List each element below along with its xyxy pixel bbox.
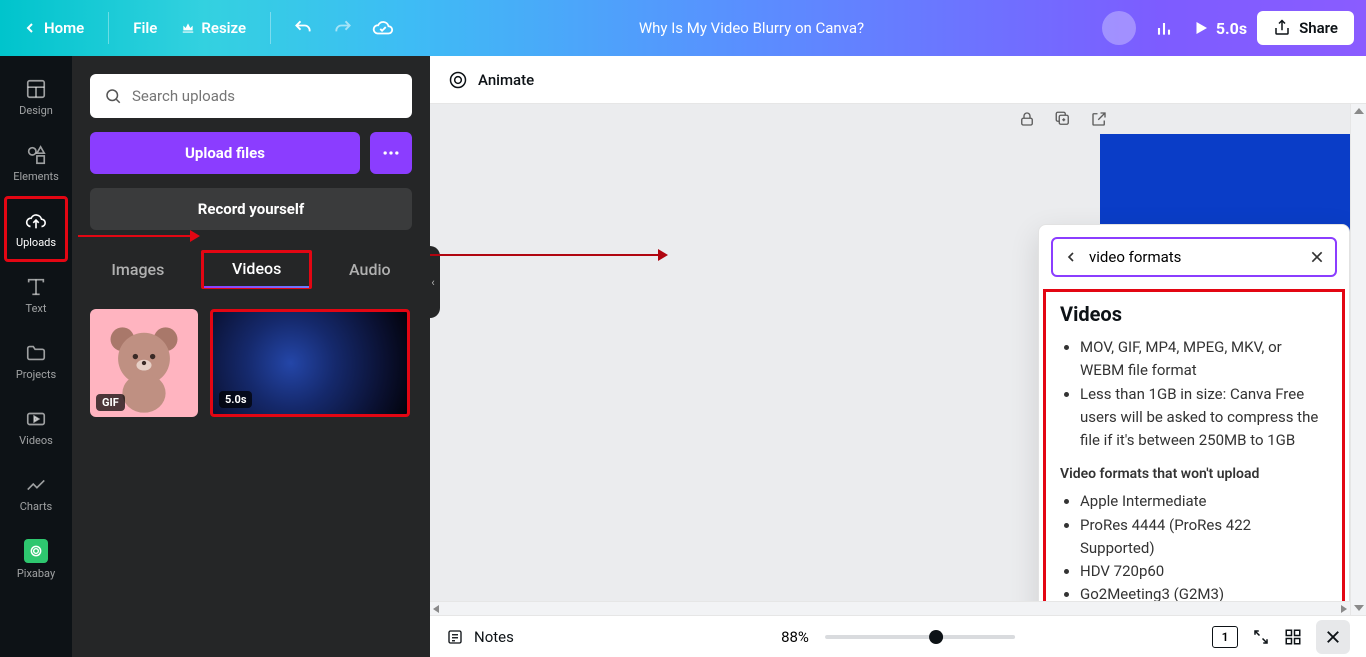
gif-badge: GIF — [96, 394, 125, 411]
upload-menu-button[interactable] — [370, 132, 412, 174]
home-button[interactable]: Home — [12, 13, 94, 43]
undo-icon — [293, 18, 313, 38]
record-yourself-button[interactable]: Record yourself — [90, 188, 412, 230]
share-icon — [1273, 19, 1291, 37]
duration-badge: 5.0s — [219, 391, 252, 408]
file-menu[interactable]: File — [123, 13, 167, 43]
avatar[interactable] — [1102, 11, 1136, 45]
cloud-check-icon — [372, 17, 394, 39]
list-item: Apple Intermediate — [1080, 490, 1328, 513]
preview-button[interactable]: 5.0s — [1192, 19, 1247, 38]
back-icon[interactable] — [1063, 249, 1079, 265]
nav-elements[interactable]: Elements — [4, 130, 68, 196]
chevron-left-icon — [22, 20, 38, 36]
stage[interactable]: ART & DESIGN GALLERY www.websitebuilderi… — [430, 104, 1366, 615]
list-item: HDV 720p60 — [1080, 560, 1328, 583]
help-panel: Videos MOV, GIF, MP4, MPEG, MKV, or WEBM… — [1038, 224, 1350, 615]
share-button[interactable]: Share — [1257, 11, 1354, 45]
help-close-button[interactable] — [1316, 620, 1350, 654]
help-subheading: Video formats that won't upload — [1060, 466, 1328, 482]
layout-icon — [25, 78, 47, 100]
animate-button[interactable]: Animate — [448, 70, 534, 90]
play-icon — [1192, 19, 1210, 37]
canvas-area: Animate ART & DESIGN GALLERY www.website… — [430, 56, 1366, 657]
nav-projects[interactable]: Projects — [4, 328, 68, 394]
animate-icon — [448, 70, 468, 90]
media-tabs: Images Videos Audio — [90, 250, 412, 289]
vertical-scrollbar[interactable] — [1350, 104, 1366, 615]
cloud-upload-icon — [25, 210, 47, 232]
home-label: Home — [44, 19, 84, 37]
upload-thumb-video[interactable]: 5.0s — [210, 309, 410, 417]
nav-pixabay[interactable]: Pixabay — [4, 526, 68, 592]
insights-button[interactable] — [1146, 10, 1182, 46]
tab-audio[interactable]: Audio — [343, 250, 397, 289]
lock-icon[interactable] — [1018, 110, 1036, 128]
list-item: Less than 1GB in size: Canva Free users … — [1080, 383, 1328, 453]
pixabay-icon — [24, 539, 48, 563]
page-number-button[interactable]: 1 — [1212, 626, 1238, 648]
redo-icon — [333, 18, 353, 38]
help-list-a: MOV, GIF, MP4, MPEG, MKV, or WEBM file f… — [1060, 336, 1328, 452]
help-search-input[interactable] — [1089, 248, 1299, 266]
bottom-bar: Notes 88% 1 — [430, 615, 1366, 657]
panel-collapse-grip[interactable]: ‹ — [426, 246, 440, 318]
horizontal-scrollbar[interactable] — [430, 601, 1350, 615]
dots-icon — [381, 143, 401, 163]
context-toolbar: Animate — [430, 56, 1366, 104]
resize-menu[interactable]: Resize — [171, 13, 256, 43]
grid-view-icon[interactable] — [1284, 628, 1302, 646]
cloud-sync-button[interactable] — [365, 10, 401, 46]
close-icon[interactable] — [1309, 249, 1325, 265]
search-uploads[interactable] — [90, 74, 412, 118]
chart-line-icon — [25, 474, 47, 496]
help-heading: Videos — [1060, 302, 1328, 326]
uploads-panel: Upload files Record yourself Images Vide… — [72, 56, 430, 657]
tab-videos[interactable]: Videos — [201, 250, 312, 289]
help-search[interactable] — [1051, 237, 1337, 277]
notes-icon — [446, 628, 464, 646]
fullscreen-icon[interactable] — [1252, 628, 1270, 646]
shapes-icon — [25, 144, 47, 166]
list-item: MOV, GIF, MP4, MPEG, MKV, or WEBM file f… — [1080, 336, 1328, 383]
nav-design[interactable]: Design — [4, 64, 68, 130]
list-item: ProRes 4444 (ProRes 422 Supported) — [1080, 514, 1328, 561]
zoom-slider[interactable] — [825, 635, 1015, 639]
help-list-b: Apple Intermediate ProRes 4444 (ProRes 4… — [1060, 490, 1328, 615]
tab-images[interactable]: Images — [105, 250, 170, 289]
question-icon — [1324, 628, 1342, 646]
text-icon — [25, 276, 47, 298]
nav-charts[interactable]: Charts — [4, 460, 68, 526]
video-icon — [25, 408, 47, 430]
folder-icon — [25, 342, 47, 364]
upload-thumb-gif[interactable]: GIF — [90, 309, 198, 417]
top-header: Home File Resize Why Is My Video Blurry … — [0, 0, 1366, 56]
redo-button[interactable] — [325, 10, 361, 46]
side-nav: Design Elements Uploads Text Projects Vi… — [0, 56, 72, 657]
search-icon — [104, 87, 122, 105]
nav-videos[interactable]: Videos — [4, 394, 68, 460]
zoom-value[interactable]: 88% — [781, 628, 809, 646]
undo-button[interactable] — [285, 10, 321, 46]
bar-chart-icon — [1154, 18, 1174, 38]
notes-button[interactable]: Notes — [446, 628, 514, 646]
upload-files-button[interactable]: Upload files — [90, 132, 360, 174]
nav-uploads[interactable]: Uploads — [4, 196, 68, 262]
open-new-icon[interactable] — [1090, 110, 1108, 128]
document-title[interactable]: Why Is My Video Blurry on Canva? — [401, 19, 1102, 37]
crown-icon — [181, 21, 195, 35]
search-input[interactable] — [132, 87, 398, 105]
nav-text[interactable]: Text — [4, 262, 68, 328]
duplicate-page-icon[interactable] — [1054, 110, 1072, 128]
